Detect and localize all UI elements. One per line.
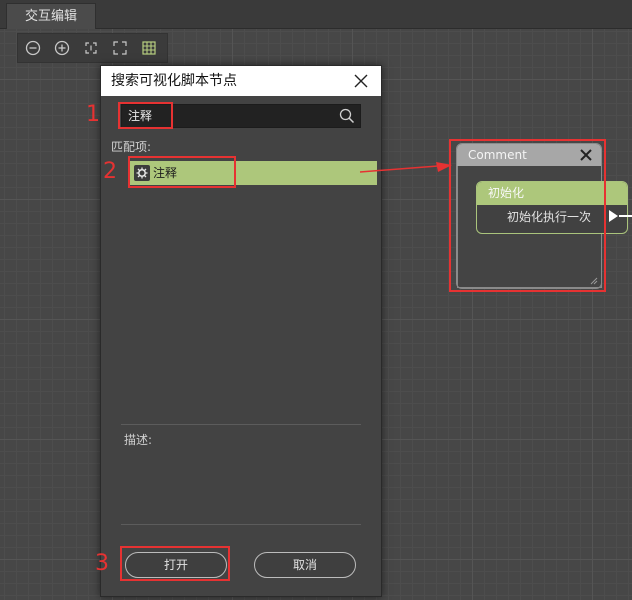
match-label: 匹配项: xyxy=(111,140,152,154)
annotation-box-open xyxy=(120,546,230,581)
fullscreen-button[interactable] xyxy=(105,34,134,62)
search-icon[interactable] xyxy=(339,108,355,124)
dialog-title: 搜索可视化脚本节点 xyxy=(111,73,237,89)
annotation-box-node xyxy=(449,139,606,292)
divider-bottom xyxy=(121,524,361,525)
grid-icon xyxy=(141,41,156,55)
search-node-dialog: 搜索可视化脚本节点 注释 匹配项: 注释 描述: 打开 取消 xyxy=(100,65,382,597)
divider-top xyxy=(121,424,361,425)
step-number-1: 1 xyxy=(86,102,100,127)
annotation-arrow xyxy=(359,162,452,173)
annotation-box-search xyxy=(118,102,173,129)
tab-interactive-edit[interactable]: 交互编辑 xyxy=(6,3,97,29)
dialog-close-button[interactable] xyxy=(351,71,371,91)
dialog-title-bar: 搜索可视化脚本节点 xyxy=(101,66,381,96)
annotation-box-result xyxy=(128,156,236,188)
tab-bar: 交互编辑 xyxy=(0,0,632,29)
cancel-button[interactable]: 取消 xyxy=(254,552,356,578)
exec-wire xyxy=(619,215,632,217)
close-icon xyxy=(354,74,368,88)
zoom-in-button[interactable] xyxy=(47,34,76,62)
zoom-out-button[interactable] xyxy=(18,34,47,62)
exec-port-icon[interactable] xyxy=(607,209,619,223)
description-label: 描述: xyxy=(124,433,153,447)
fit-selection-button[interactable] xyxy=(76,34,105,62)
fit-selection-icon xyxy=(84,42,97,54)
grid-toggle-button[interactable] xyxy=(134,34,163,62)
step-number-2: 2 xyxy=(103,159,117,184)
fullscreen-icon xyxy=(112,41,127,55)
zoom-in-icon xyxy=(54,40,69,56)
zoom-out-icon xyxy=(25,40,40,56)
step-number-3: 3 xyxy=(95,551,109,576)
canvas-toolbar xyxy=(17,33,168,63)
